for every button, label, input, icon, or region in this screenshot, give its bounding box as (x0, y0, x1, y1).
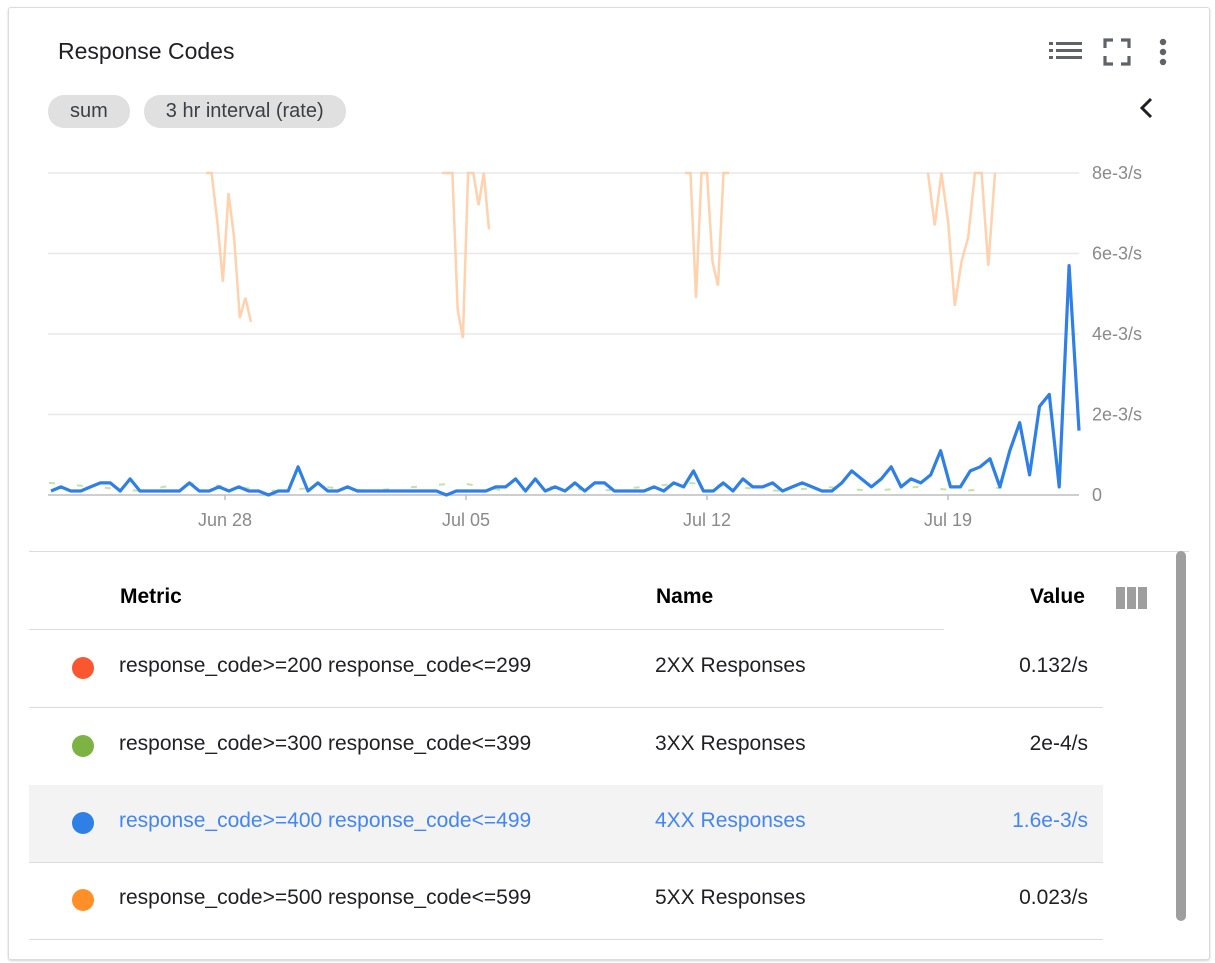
x-tick-label: Jul 19 (924, 510, 972, 530)
divider (29, 551, 1189, 552)
name-cell: 4XX Responses (655, 809, 806, 832)
metric-cell: response_code>=500 response_code<=599 (119, 886, 532, 909)
y-tick-label: 8e-3/s (1092, 163, 1142, 183)
legend-scrollbar[interactable] (1176, 551, 1186, 921)
value-cell: 2e-4/s (1029, 732, 1088, 755)
name-cell: 5XX Responses (655, 886, 806, 909)
y-tick-label: 2e-3/s (1092, 405, 1142, 425)
response-codes-card: Response Codes sum 3 hr interval (rate) … (8, 7, 1210, 960)
series-color-dot (72, 812, 94, 834)
x-tick-label: Jul 12 (683, 510, 731, 530)
columns-icon[interactable] (1116, 586, 1148, 615)
x-tick-label: Jun 28 (198, 510, 252, 530)
value-cell: 0.023/s (1019, 886, 1088, 909)
metric-cell: response_code>=200 response_code<=299 (119, 654, 532, 677)
metric-cell: response_code>=300 response_code<=399 (119, 732, 532, 755)
series-line-4xx (50, 264, 1081, 497)
series-color-dot (72, 657, 94, 679)
legend-row-3xx[interactable]: response_code>=300 response_code<=399 3X… (29, 708, 1103, 786)
response-codes-chart: 8e-3/s 6e-3/s 4e-3/s 2e-3/s 0 Jun 28 Jul 05 Jul… (48, 163, 1142, 530)
name-header[interactable]: Name (656, 585, 713, 609)
series-line-5xx (442, 171, 491, 339)
legend-row-4xx[interactable]: response_code>=400 response_code<=499 4X… (29, 785, 1103, 863)
series-color-dot (72, 889, 94, 911)
series-line-5xx (926, 171, 997, 306)
y-tick-label: 4e-3/s (1092, 324, 1142, 344)
series-line-5xx (206, 171, 253, 323)
value-cell: 1.6e-3/s (1012, 809, 1088, 832)
metric-cell: response_code>=400 response_code<=499 (119, 809, 532, 832)
y-tick-label: 0 (1092, 485, 1102, 505)
series-line-5xx (685, 171, 729, 298)
x-tick-label: Jul 05 (442, 510, 490, 530)
name-cell: 2XX Responses (655, 654, 806, 677)
legend-row-5xx[interactable]: response_code>=500 response_code<=599 5X… (29, 862, 1103, 940)
legend-table: Metric Name Value response_code>=200 res… (29, 551, 1189, 959)
metric-header[interactable]: Metric (120, 585, 182, 609)
value-header[interactable]: Value (1030, 585, 1085, 609)
name-cell: 3XX Responses (655, 732, 806, 755)
legend-row-2xx[interactable]: response_code>=200 response_code<=299 2X… (29, 630, 1103, 708)
series-color-dot (72, 735, 94, 757)
value-cell: 0.132/s (1019, 654, 1088, 677)
y-tick-label: 6e-3/s (1092, 244, 1142, 264)
